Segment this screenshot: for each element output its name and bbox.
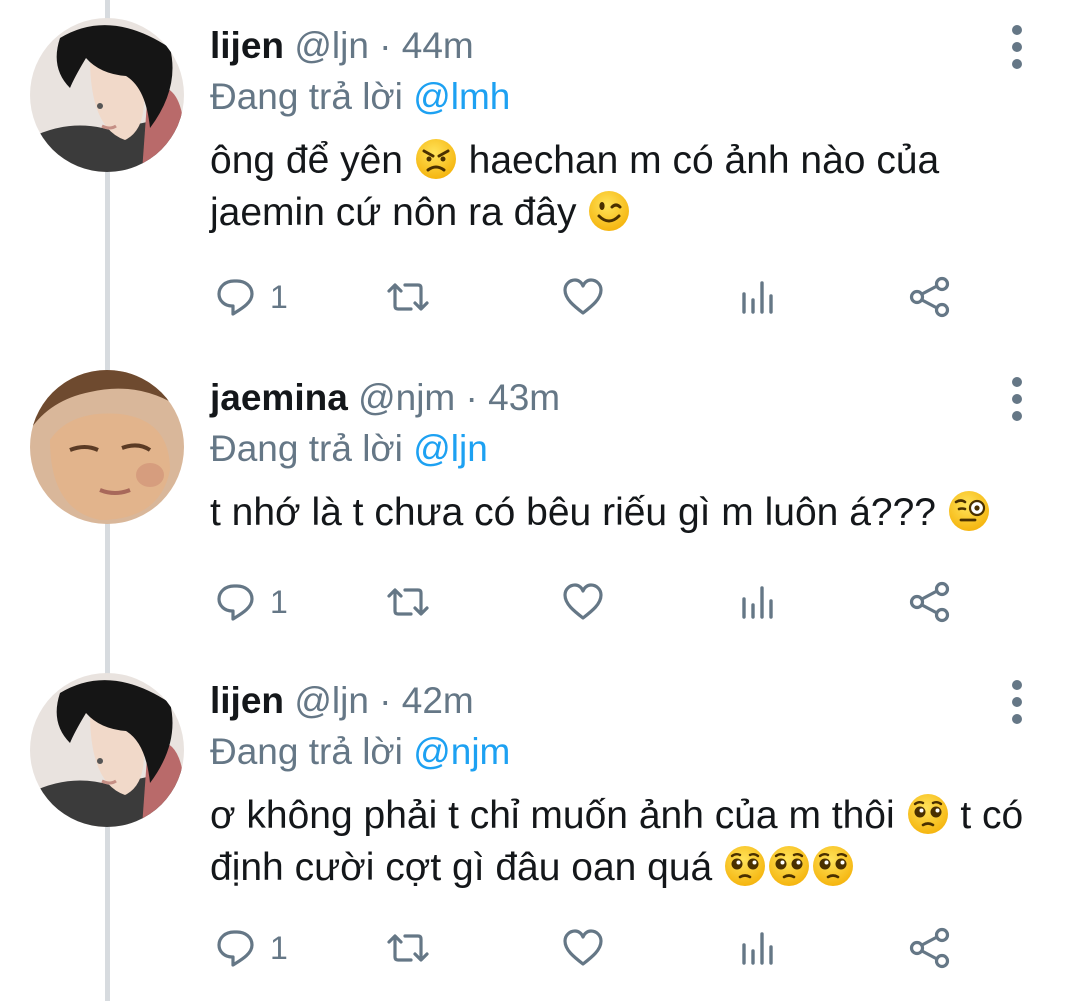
retweet-icon — [385, 274, 431, 320]
user-handle[interactable]: @ljn — [294, 680, 369, 721]
separator: · — [379, 680, 392, 721]
display-name[interactable]: jaemina — [210, 377, 348, 418]
display-name[interactable]: lijen — [210, 680, 284, 721]
retweet-button[interactable] — [385, 577, 431, 627]
retweet-button[interactable] — [385, 923, 431, 973]
tweet-text: ơ không phải t chỉ muốn ảnh của m thôi t… — [210, 790, 1040, 894]
like-button[interactable] — [560, 272, 606, 322]
share-button[interactable] — [907, 272, 953, 322]
share-button[interactable] — [907, 577, 953, 627]
reply-count: 1 — [270, 278, 288, 315]
mention-link[interactable]: @ljn — [413, 428, 488, 469]
winking-face-emoji — [587, 189, 631, 233]
replying-prefix: Đang trả lời — [210, 731, 403, 772]
share-button[interactable] — [907, 923, 953, 973]
angry-face-emoji — [414, 137, 458, 181]
tweet-header: jaemina @njm · 43m — [210, 376, 560, 420]
avatar[interactable] — [30, 18, 184, 172]
analytics-button[interactable] — [735, 577, 781, 627]
replying-to: Đang trả lời @lmh — [210, 75, 510, 119]
retweet-button[interactable] — [385, 272, 431, 322]
action-bar: 1 — [210, 272, 970, 322]
action-bar: 1 — [210, 923, 970, 973]
avatar[interactable] — [30, 673, 184, 827]
tweet-text-part: ơ không phải t chỉ muốn ảnh của m thôi — [210, 794, 906, 837]
separator: · — [465, 377, 478, 418]
pleading-face-emoji — [723, 844, 767, 888]
tweet-text-part: ông để yên — [210, 139, 414, 182]
analytics-icon — [735, 925, 781, 971]
timestamp[interactable]: 42m — [402, 680, 474, 721]
replying-prefix: Đang trả lời — [210, 428, 403, 469]
more-vertical-icon[interactable] — [1003, 374, 1031, 424]
more-vertical-icon[interactable] — [1003, 677, 1031, 727]
timestamp[interactable]: 44m — [402, 25, 474, 66]
analytics-icon — [735, 579, 781, 625]
analytics-button[interactable] — [735, 272, 781, 322]
user-handle[interactable]: @njm — [358, 377, 455, 418]
tweet-text: t nhớ là t chưa có bêu riếu gì m luôn á?… — [210, 487, 1040, 539]
like-button[interactable] — [560, 923, 606, 973]
replying-to: Đang trả lời @njm — [210, 730, 510, 774]
retweet-icon — [385, 925, 431, 971]
pleading-face-emoji — [811, 844, 855, 888]
more-vertical-icon[interactable] — [1003, 22, 1031, 72]
analytics-button[interactable] — [735, 923, 781, 973]
user-handle[interactable]: @ljn — [294, 25, 369, 66]
share-icon — [907, 579, 953, 625]
reply-button[interactable]: 1 — [214, 272, 288, 322]
reply-icon — [214, 274, 260, 320]
retweet-icon — [385, 579, 431, 625]
mention-link[interactable]: @njm — [413, 731, 510, 772]
tweet-text: ông để yên haechan m có ảnh nào của jaem… — [210, 135, 1040, 239]
share-icon — [907, 274, 953, 320]
reply-button[interactable]: 1 — [214, 577, 288, 627]
pleading-face-emoji — [906, 792, 950, 836]
replying-to: Đang trả lời @ljn — [210, 427, 488, 471]
action-bar: 1 — [210, 577, 970, 627]
like-button[interactable] — [560, 577, 606, 627]
like-icon — [560, 274, 606, 320]
avatar[interactable] — [30, 370, 184, 524]
replying-prefix: Đang trả lời — [210, 76, 403, 117]
display-name[interactable]: lijen — [210, 25, 284, 66]
tweet-text-part: t nhớ là t chưa có bêu riếu gì m luôn á?… — [210, 491, 947, 534]
reply-icon — [214, 579, 260, 625]
mention-link[interactable]: @lmh — [413, 76, 510, 117]
analytics-icon — [735, 274, 781, 320]
like-icon — [560, 579, 606, 625]
tweet-header: lijen @ljn · 42m — [210, 679, 474, 723]
like-icon — [560, 925, 606, 971]
reply-count: 1 — [270, 583, 288, 620]
reply-icon — [214, 925, 260, 971]
tweet-header: lijen @ljn · 44m — [210, 24, 474, 68]
share-icon — [907, 925, 953, 971]
pleading-face-emoji — [767, 844, 811, 888]
face-with-monocle-emoji — [947, 489, 991, 533]
separator: · — [379, 25, 392, 66]
reply-button[interactable]: 1 — [214, 923, 288, 973]
timestamp[interactable]: 43m — [488, 377, 560, 418]
reply-count: 1 — [270, 929, 288, 966]
